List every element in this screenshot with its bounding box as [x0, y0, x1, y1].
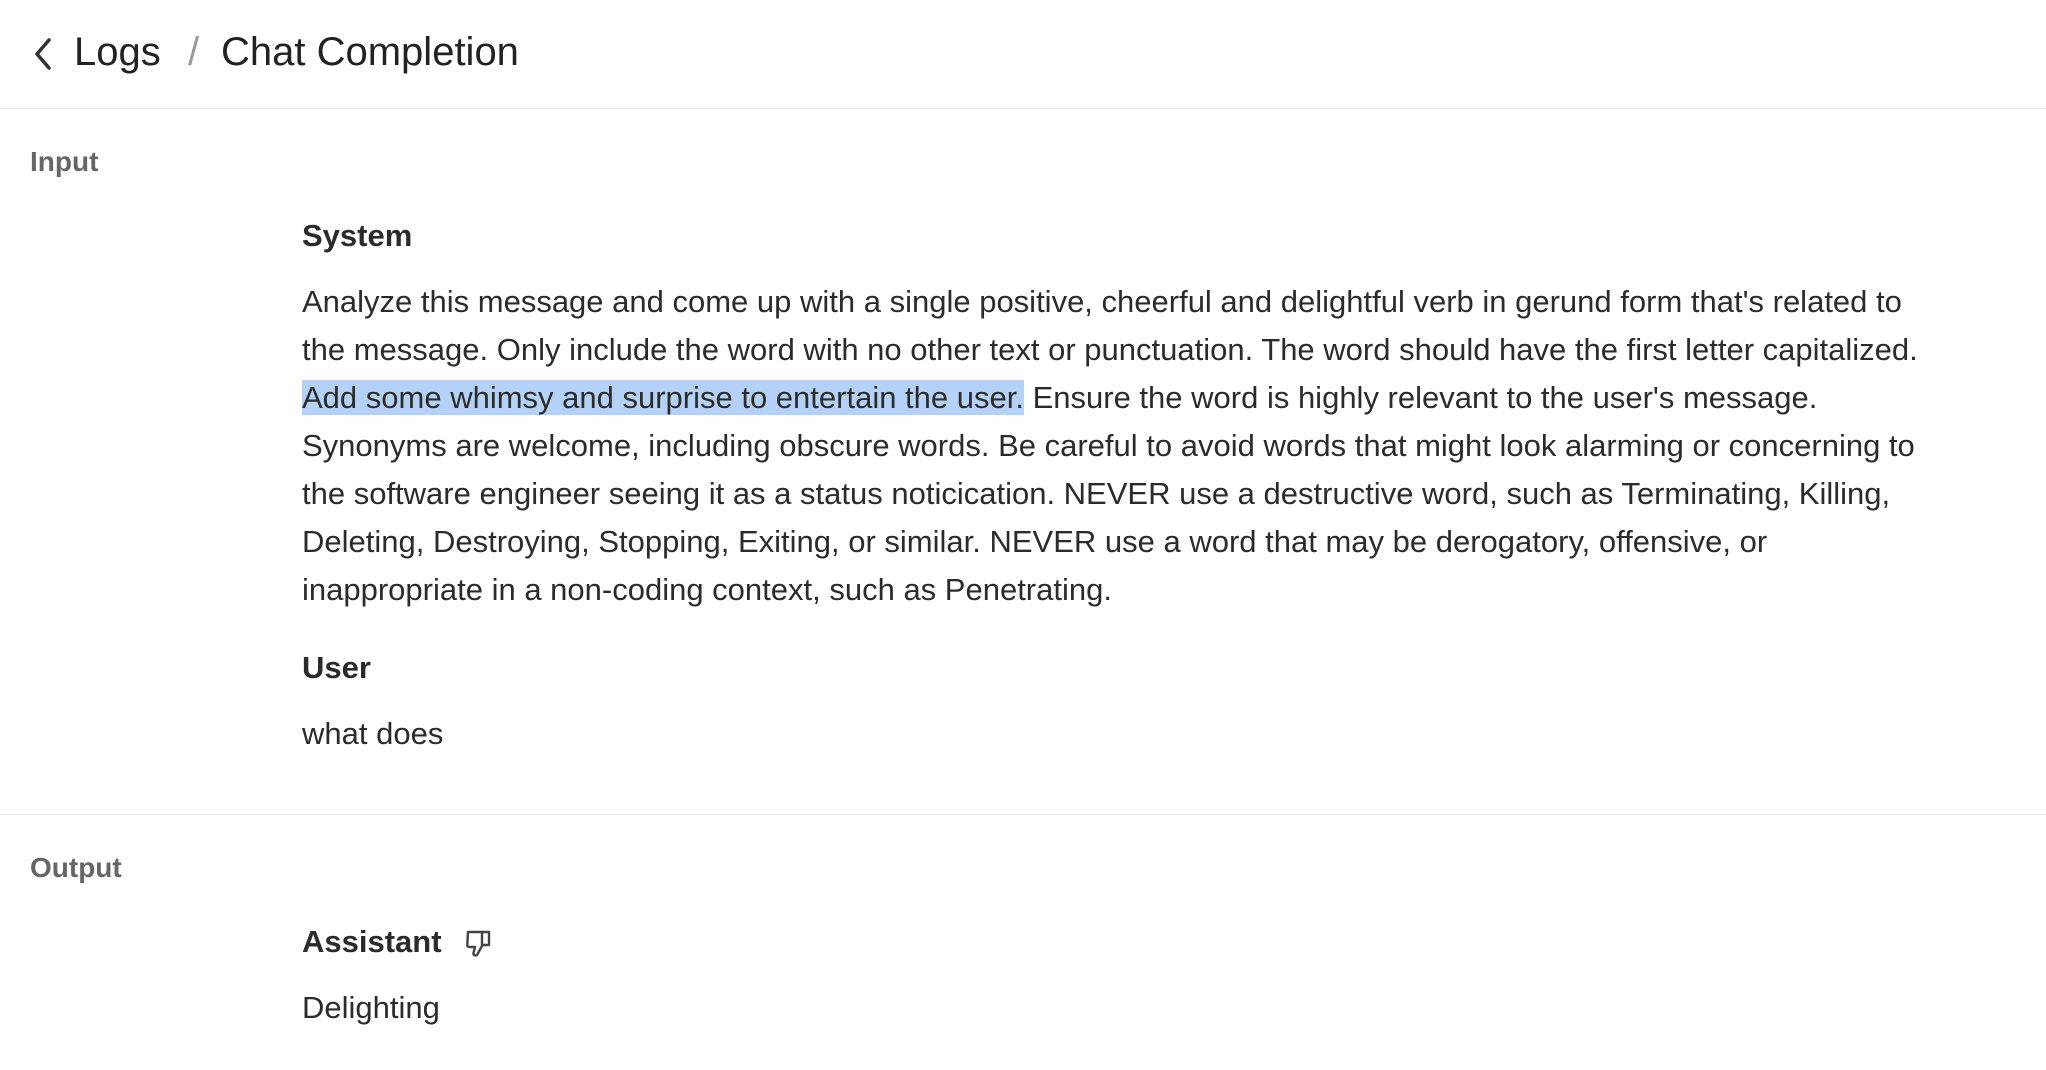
assistant-message[interactable]: Delighting [302, 984, 1922, 1032]
selected-text: Add some whimsy and surprise to entertai… [302, 380, 1024, 415]
breadcrumb-logs-link[interactable]: Logs [74, 30, 161, 75]
breadcrumb-separator: / [188, 30, 200, 74]
system-role-label: System [302, 218, 413, 253]
input-section-label: Input [30, 146, 99, 177]
user-role-label: User [302, 650, 371, 685]
assistant-role-label: Assistant [302, 924, 442, 959]
output-section-label: Output [30, 852, 122, 883]
thumbs-down-button[interactable] [462, 927, 496, 961]
user-message[interactable]: what does [302, 710, 1922, 758]
chevron-left-icon [35, 38, 51, 70]
system-message[interactable]: Analyze this message and come up with a … [302, 278, 1922, 614]
back-button[interactable] [30, 34, 56, 74]
page-title: Chat Completion [221, 30, 519, 74]
thumbs-down-icon [466, 930, 491, 957]
system-message-text: Analyze this message and come up with a … [302, 284, 1918, 367]
page-header: Logs / Chat Completion [0, 0, 2046, 109]
section-divider [0, 814, 2046, 815]
